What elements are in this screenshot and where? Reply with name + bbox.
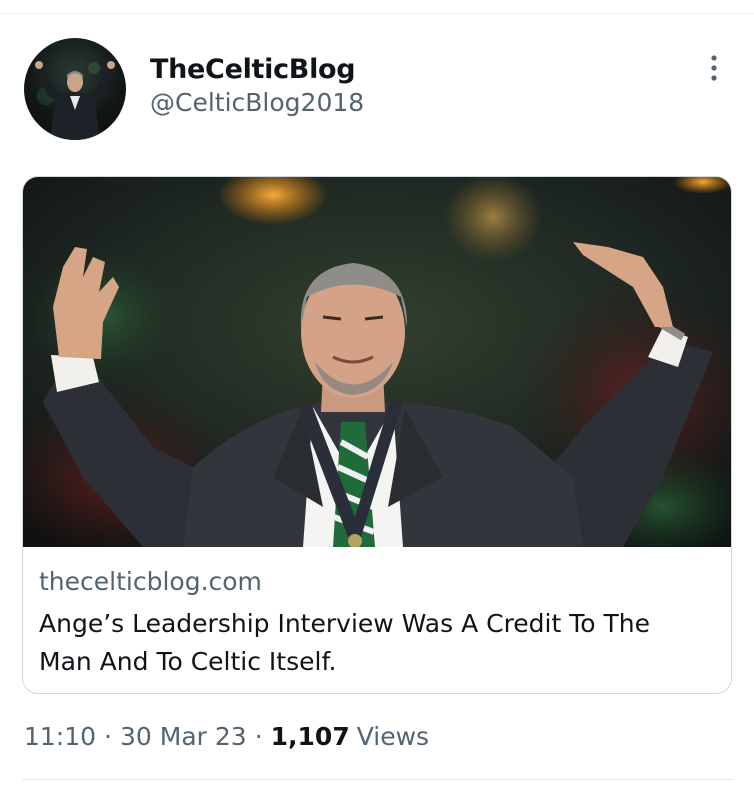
tweet-date[interactable]: 30 Mar 23	[120, 722, 247, 751]
profile-avatar[interactable]	[24, 38, 126, 140]
more-horizontal-icon	[711, 55, 717, 81]
author-display-name[interactable]: TheCelticBlog	[150, 54, 356, 85]
views-label: Views	[356, 722, 430, 751]
tweet-meta: 11:10 · 30 Mar 23 · 1,107 Views	[24, 722, 429, 751]
bottom-divider	[22, 779, 732, 780]
meta-separator: ·	[104, 722, 112, 751]
card-image	[23, 177, 731, 547]
card-title[interactable]: Ange’s Leadership Interview Was A Credit…	[39, 605, 709, 681]
meta-separator: ·	[254, 722, 263, 751]
author-handle[interactable]: @CelticBlog2018	[150, 88, 364, 117]
top-divider	[0, 13, 754, 14]
link-preview-card[interactable]: thecelticblog.com Ange’s Leadership Inte…	[22, 176, 732, 694]
tweet-time[interactable]: 11:10	[24, 722, 96, 751]
views-count[interactable]: 1,107	[271, 722, 350, 751]
avatar-image	[35, 61, 115, 140]
card-domain[interactable]: thecelticblog.com	[39, 567, 262, 596]
more-options-button[interactable]	[700, 52, 728, 84]
